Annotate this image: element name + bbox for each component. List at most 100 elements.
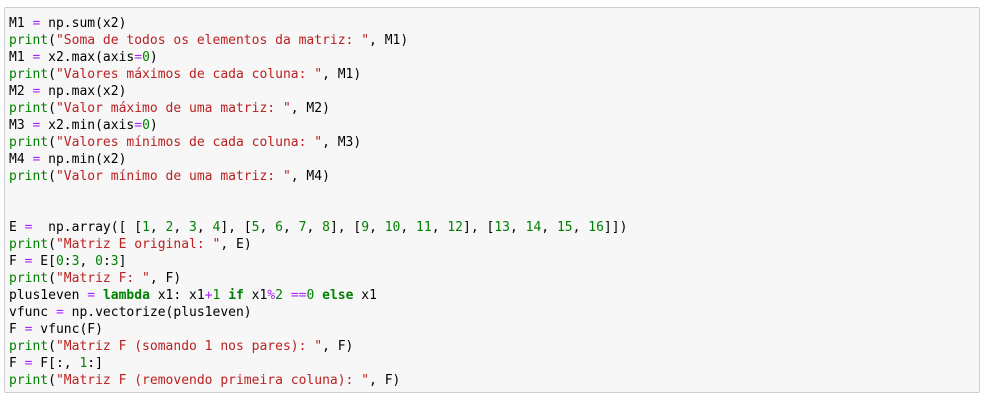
- code-text: F: [9, 254, 25, 269]
- code-text: ,: [369, 220, 385, 235]
- code-text: x2.min(axis: [40, 118, 135, 133]
- code-builtin: print: [9, 101, 49, 116]
- code-text: (: [48, 237, 56, 252]
- code-line: F = vfunc(F): [9, 321, 627, 338]
- code-text: vfunc: [9, 305, 56, 320]
- code-number: 16: [588, 220, 604, 235]
- code-text: ,: [79, 254, 96, 269]
- code-text: np.vectorize(plus1even): [63, 305, 252, 320]
- code-text: M1: [9, 16, 33, 31]
- code-text: (: [48, 135, 56, 150]
- code-number: 0: [142, 50, 150, 65]
- code-line: plus1even = lambda x1: x1+1 if x1%2 ==0 …: [9, 287, 627, 304]
- code-text: ): [149, 50, 158, 65]
- code-line: F = F[:, 1:]: [9, 355, 627, 372]
- code-text: ,: [306, 220, 323, 235]
- code-string: "Matriz F: ": [55, 271, 150, 286]
- code-text: F: [9, 356, 25, 371]
- code-builtin: print: [9, 339, 49, 354]
- code-line: M3 = x2.min(axis=0): [9, 117, 627, 134]
- code-operator: =: [134, 50, 143, 65]
- code-text: ,: [259, 220, 276, 235]
- code-text: , F): [322, 339, 354, 354]
- code-text: (: [48, 67, 56, 82]
- code-text: np.min(x2): [40, 152, 127, 167]
- code-text: , F): [369, 373, 401, 388]
- code-number: 8: [322, 220, 330, 235]
- code-text: ,: [173, 220, 190, 235]
- code-operator: =: [87, 288, 96, 303]
- code-keyword: lambda: [102, 288, 150, 303]
- code-text: M4: [9, 152, 33, 167]
- code-text: ,: [541, 220, 557, 235]
- code-text: , M1): [369, 33, 409, 48]
- code-text: M1: [9, 50, 33, 65]
- code-number: 15: [556, 220, 573, 235]
- code-cell[interactable]: M1 = np.sum(x2) print("Soma de todos os e…: [4, 7, 980, 393]
- code-text: :: [102, 254, 111, 269]
- code-line: print("Matriz F (removendo primeira colu…: [9, 372, 627, 389]
- code-text: , M1): [322, 67, 362, 82]
- code-number: 0: [55, 254, 64, 269]
- code-text: :]: [87, 356, 103, 371]
- code-string: "Matriz E original: ": [55, 237, 221, 252]
- code-line: vfunc = np.vectorize(plus1even): [9, 304, 627, 321]
- code-builtin: print: [9, 33, 49, 48]
- code-number: 3: [110, 254, 119, 269]
- code-keyword: else: [322, 288, 354, 303]
- code-line: print("Matriz F: ", F): [9, 270, 627, 287]
- code-number: 9: [361, 220, 370, 235]
- code-number: 11: [416, 220, 432, 235]
- code-line: print("Soma de todos os elementos da mat…: [9, 32, 627, 49]
- code-text: ], [: [463, 220, 495, 235]
- code-text: , M2): [290, 101, 330, 116]
- code-text: ], [: [329, 220, 362, 235]
- code-operator: +: [204, 288, 213, 303]
- code-builtin: print: [9, 237, 49, 252]
- code-operator: %: [267, 288, 276, 303]
- code-number: 0: [142, 118, 150, 133]
- code-string: "Valor mínimo de uma matriz: ": [55, 169, 291, 184]
- code-line: print("Valores máximos de cada coluna: "…: [9, 66, 627, 83]
- code-line: M1 = x2.max(axis=0): [9, 49, 627, 66]
- code-text: E: [9, 220, 25, 235]
- code-text: ,: [196, 220, 213, 235]
- code-text: ,: [509, 220, 526, 235]
- code-number: 13: [494, 220, 510, 235]
- code-text: x1: [353, 288, 377, 303]
- code-builtin: print: [9, 373, 49, 388]
- code-text: x2.max(axis: [40, 50, 135, 65]
- code-editor[interactable]: M1 = np.sum(x2) print("Soma de todos os e…: [9, 15, 627, 389]
- code-text: ): [149, 118, 158, 133]
- code-operator: =: [55, 305, 64, 320]
- code-line: M2 = np.max(x2): [9, 83, 627, 100]
- code-line: M4 = np.min(x2): [9, 151, 627, 168]
- code-text: (: [48, 169, 56, 184]
- code-line: print("Valor máximo de uma matriz: ", M2…: [9, 100, 627, 117]
- code-line: print("Matriz F (somando 1 nos pares): "…: [9, 338, 627, 355]
- code-text: ,: [149, 220, 166, 235]
- code-number: 2: [275, 288, 283, 303]
- code-string: "Matriz F (somando 1 nos pares): ": [55, 339, 323, 354]
- code-text: E[: [32, 254, 56, 269]
- code-string: "Matriz F (removendo primeira coluna): ": [55, 373, 370, 388]
- code-text: F[:,: [32, 356, 80, 371]
- code-text: , M3): [322, 135, 362, 150]
- code-line: print("Valor mínimo de uma matriz: ", M4…: [9, 168, 627, 185]
- code-text: ,: [282, 220, 299, 235]
- code-text: M2: [9, 84, 33, 99]
- code-text: np.max(x2): [40, 84, 127, 99]
- code-text: F: [9, 322, 25, 337]
- code-text: (: [48, 33, 56, 48]
- code-text: (: [48, 373, 56, 388]
- code-number: 3: [189, 220, 197, 235]
- code-text: (: [48, 101, 56, 116]
- code-line: M1 = np.sum(x2): [9, 15, 627, 32]
- code-operator: ==: [290, 288, 307, 303]
